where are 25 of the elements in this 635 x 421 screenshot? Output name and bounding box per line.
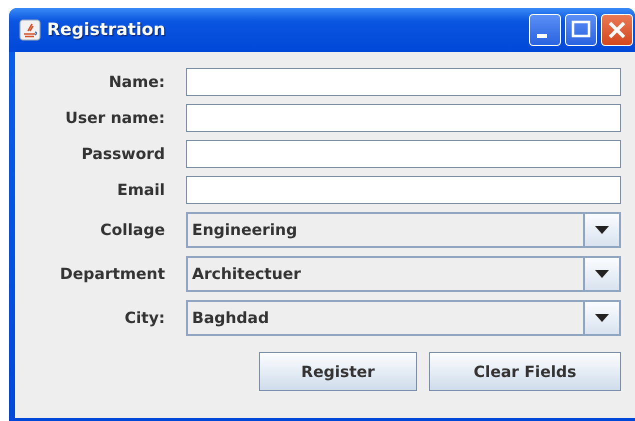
close-button[interactable] — [601, 14, 633, 46]
field-label: Name: — [108, 73, 165, 91]
field-label: Email — [116, 181, 165, 199]
field-label: Password — [80, 145, 165, 163]
minimize-button[interactable] — [529, 14, 561, 46]
minimize-icon — [537, 34, 547, 38]
form-button[interactable]: Clear Fields — [429, 352, 621, 391]
text-field[interactable] — [186, 104, 621, 132]
cup-icon — [19, 19, 41, 41]
window-title: Registration — [47, 20, 166, 40]
dropdown[interactable]: Architectuer — [186, 256, 621, 292]
caret-icon — [595, 314, 609, 322]
dropdown[interactable]: Baghdad — [186, 300, 621, 336]
maximize-button[interactable] — [565, 14, 597, 46]
form-button[interactable]: Register — [259, 352, 417, 391]
dropdown[interactable]: Engineering — [186, 212, 621, 248]
caret-icon — [595, 270, 609, 278]
caret-icon — [595, 226, 609, 234]
field-label: Department — [58, 265, 165, 283]
field-label: Collage — [99, 221, 165, 239]
text-field[interactable] — [186, 68, 621, 96]
text-field[interactable] — [186, 176, 621, 204]
text-field[interactable] — [186, 140, 621, 168]
field-label: User name: — [64, 109, 165, 127]
field-label: City: — [124, 309, 165, 327]
